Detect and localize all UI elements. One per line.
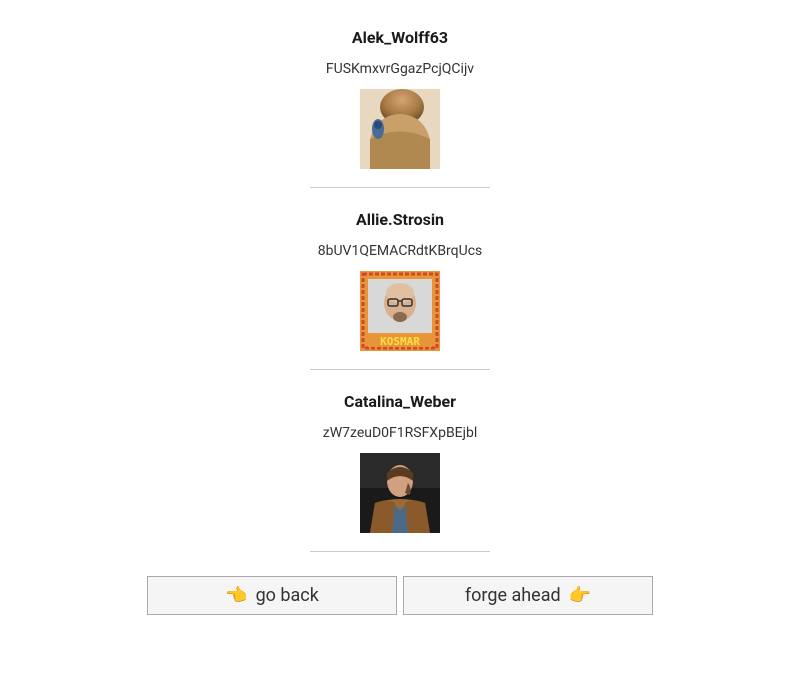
avatar-caption: KOSMAR: [380, 335, 420, 348]
forge-ahead-label: forge ahead: [465, 585, 561, 606]
forge-ahead-button[interactable]: forge ahead 👉: [403, 576, 653, 615]
avatar: [360, 89, 440, 169]
user-code: 8bUV1QEMACRdtKBrqUcs: [318, 243, 483, 259]
pointing-left-icon: 👈: [225, 587, 247, 605]
user-code: FUSKmxvrGgazPcjQCijv: [326, 61, 474, 77]
divider: [310, 369, 490, 370]
user-username: Allie.Strosin: [356, 210, 444, 229]
divider: [310, 187, 490, 188]
pointing-right-icon: 👉: [569, 587, 591, 605]
user-code: zW7zeuD0F1RSFXpBEjbl: [323, 425, 478, 441]
user-card: Alek_Wolff63 FUSKmxvrGgazPcjQCijv: [326, 20, 474, 177]
user-username: Catalina_Weber: [344, 392, 456, 411]
avatar-hair-bun-icon: [360, 89, 440, 169]
user-list: Alek_Wolff63 FUSKmxvrGgazPcjQCijv: [0, 20, 800, 566]
avatar: [360, 453, 440, 533]
go-back-button[interactable]: 👈 go back: [147, 576, 397, 615]
go-back-label: go back: [256, 585, 319, 606]
avatar-bald-glasses-icon: KOSMAR: [360, 271, 440, 351]
button-row: 👈 go back forge ahead 👉: [147, 576, 653, 615]
user-card: Allie.Strosin 8bUV1QEMACRdtKBrqUcs KOSMA…: [318, 202, 483, 359]
avatar: KOSMAR: [360, 271, 440, 351]
avatar-man-jacket-icon: [360, 453, 440, 533]
divider: [310, 551, 490, 552]
user-username: Alek_Wolff63: [352, 28, 448, 47]
user-card: Catalina_Weber zW7zeuD0F1RSFXpBEjbl: [323, 384, 478, 541]
